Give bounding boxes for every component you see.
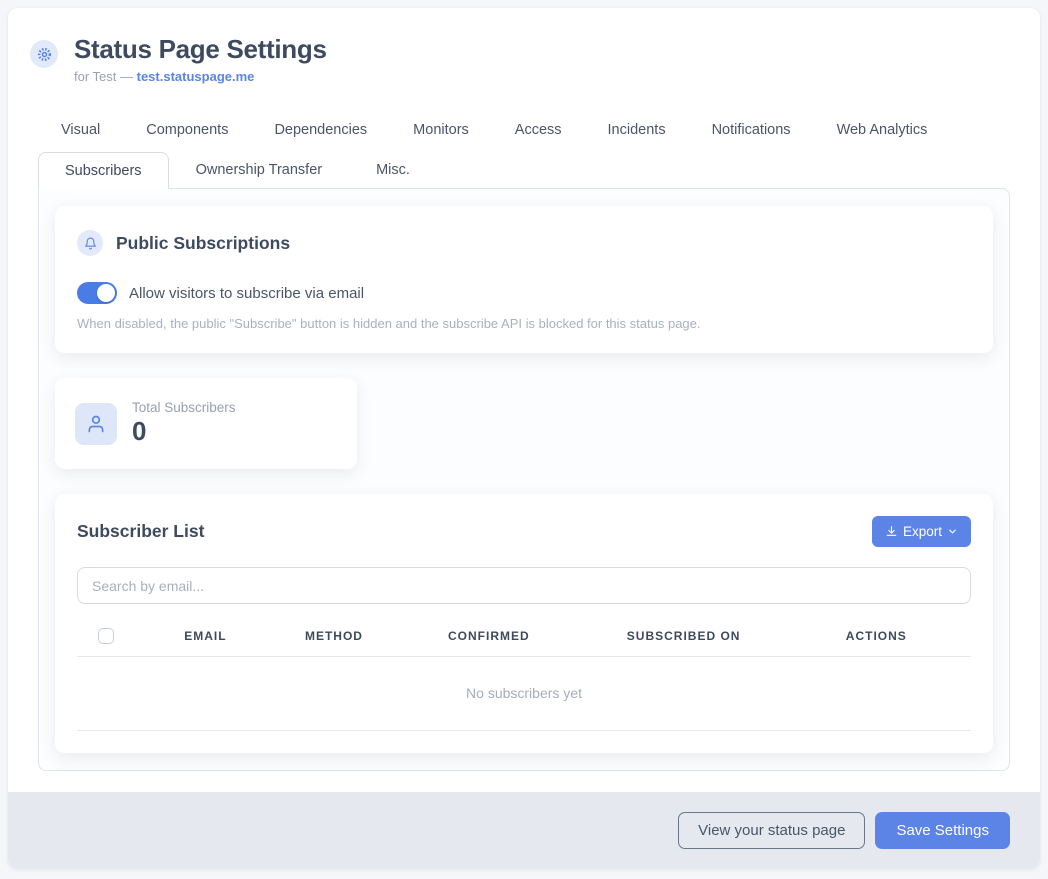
- list-bottom-padding: [77, 731, 971, 753]
- subscriber-list-card: Subscriber List Export: [55, 494, 993, 753]
- tab-bar-primary: Visual Components Dependencies Monitors …: [8, 114, 1040, 146]
- user-icon: [75, 403, 117, 445]
- subscribers-tab-panel: Public Subscriptions Allow visitors to s…: [38, 188, 1010, 771]
- tab-notifications[interactable]: Notifications: [689, 114, 814, 146]
- tab-incidents[interactable]: Incidents: [585, 114, 689, 146]
- export-button[interactable]: Export: [872, 516, 971, 547]
- column-header-method: METHOD: [305, 618, 448, 657]
- total-subscribers-value: 0: [132, 416, 236, 447]
- tab-web-analytics[interactable]: Web Analytics: [814, 114, 951, 146]
- gear-icon: [30, 40, 58, 68]
- status-page-link[interactable]: test.statuspage.me: [137, 69, 255, 84]
- empty-state-message: No subscribers yet: [77, 657, 971, 731]
- page-title: Status Page Settings: [74, 34, 327, 65]
- page-subtitle: for Test — test.statuspage.me: [74, 69, 327, 84]
- tab-bar-secondary: Subscribers Ownership Transfer Misc.: [8, 152, 1040, 188]
- subscribe-toggle-row: Allow visitors to subscribe via email: [77, 282, 971, 304]
- column-header-email: EMAIL: [184, 618, 305, 657]
- total-subscribers-label: Total Subscribers: [132, 400, 236, 415]
- tab-ownership-transfer[interactable]: Ownership Transfer: [169, 152, 350, 188]
- settings-window: Status Page Settings for Test — test.sta…: [8, 8, 1040, 869]
- column-header-actions: ACTIONS: [846, 618, 971, 657]
- export-button-label: Export: [903, 524, 942, 539]
- tab-misc[interactable]: Misc.: [349, 152, 437, 188]
- toggle-knob: [97, 284, 115, 302]
- tab-dependencies[interactable]: Dependencies: [251, 114, 390, 146]
- download-icon: [885, 525, 898, 538]
- tab-components[interactable]: Components: [123, 114, 251, 146]
- subscribe-toggle-label: Allow visitors to subscribe via email: [129, 285, 364, 302]
- column-header-subscribed-on: SUBSCRIBED ON: [627, 618, 846, 657]
- chevron-down-icon: [947, 526, 958, 537]
- header-text: Status Page Settings for Test — test.sta…: [74, 34, 327, 84]
- tab-subscribers[interactable]: Subscribers: [38, 152, 169, 189]
- subscriber-table: EMAIL METHOD CONFIRMED SUBSCRIBED ON ACT…: [77, 618, 971, 657]
- select-all-checkbox[interactable]: [98, 628, 114, 644]
- footer-action-bar: View your status page Save Settings: [8, 792, 1040, 869]
- stat-text: Total Subscribers 0: [132, 400, 236, 447]
- search-input[interactable]: [77, 567, 971, 604]
- column-header-confirmed: CONFIRMED: [448, 618, 627, 657]
- tab-access[interactable]: Access: [492, 114, 585, 146]
- allow-subscribe-toggle[interactable]: [77, 282, 117, 304]
- bell-icon: [77, 230, 103, 256]
- subtitle-prefix: for Test —: [74, 69, 137, 84]
- view-status-page-button[interactable]: View your status page: [678, 812, 865, 849]
- save-settings-button[interactable]: Save Settings: [875, 812, 1010, 849]
- page-header: Status Page Settings for Test — test.sta…: [8, 8, 1040, 84]
- subscribe-helper-text: When disabled, the public "Subscribe" bu…: [77, 316, 971, 331]
- tab-monitors[interactable]: Monitors: [390, 114, 492, 146]
- public-subscriptions-header: Public Subscriptions: [77, 230, 971, 256]
- subscriber-list-title: Subscriber List: [77, 521, 204, 542]
- total-subscribers-card: Total Subscribers 0: [55, 378, 357, 469]
- public-subscriptions-title: Public Subscriptions: [116, 233, 290, 254]
- tab-visual[interactable]: Visual: [38, 114, 123, 146]
- subscriber-list-header: Subscriber List Export: [77, 516, 971, 547]
- public-subscriptions-card: Public Subscriptions Allow visitors to s…: [55, 206, 993, 353]
- table-header-row: EMAIL METHOD CONFIRMED SUBSCRIBED ON ACT…: [77, 618, 971, 657]
